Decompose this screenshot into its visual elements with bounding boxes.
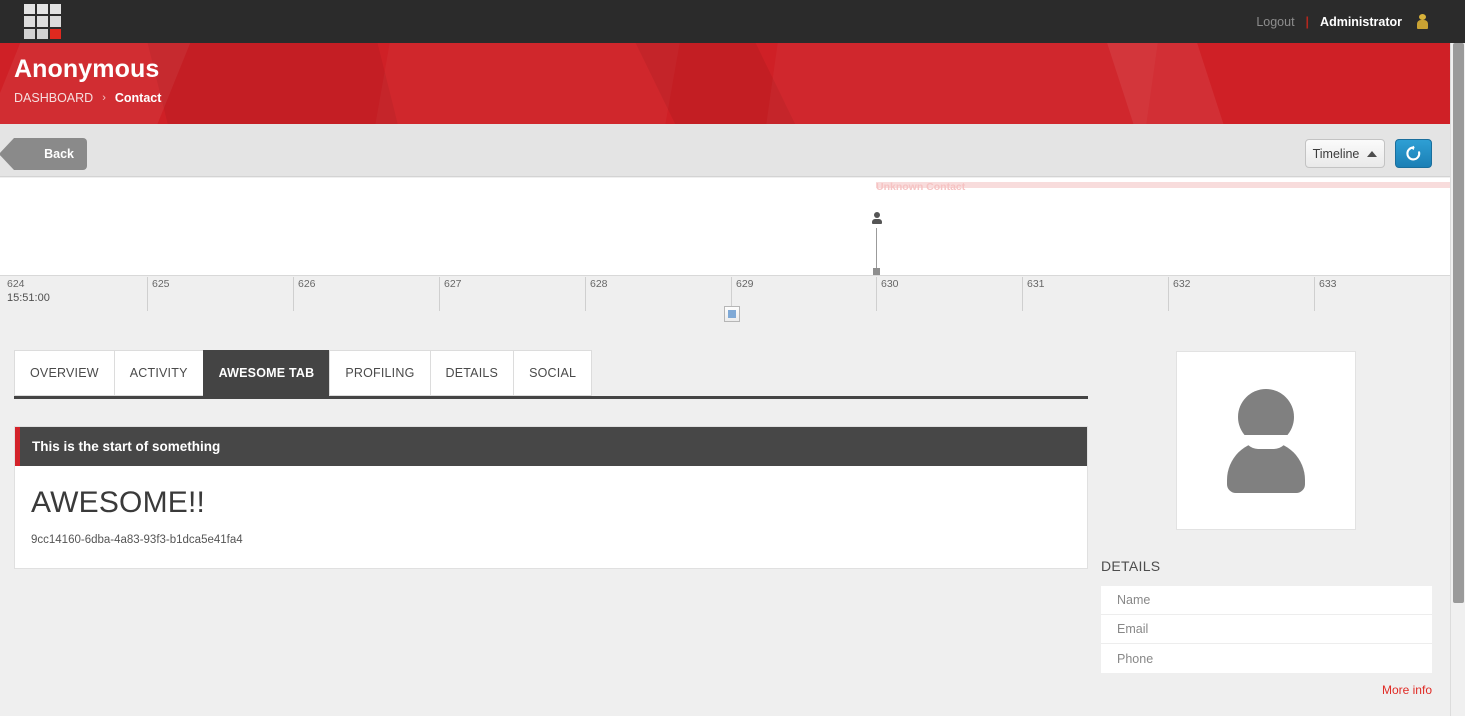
detail-field-phone[interactable]: Phone [1101,644,1432,673]
timeline-band-label: Unknown Contact [876,181,966,193]
tab-bar-rule [14,396,1088,399]
logo-cell [24,4,35,15]
marker-head [874,212,880,218]
page-banner: Anonymous DASHBOARD › Contact [0,43,1465,124]
tab-bar: OVERVIEW ACTIVITY AWESOME TAB PROFILING DETA… [14,350,593,396]
event-box-icon[interactable] [724,306,740,322]
tab-social[interactable]: SOCIAL [513,350,593,396]
tab-activity[interactable]: ACTIVITY [113,350,203,396]
top-bar-right: Logout | Administrator [1256,0,1429,43]
back-button[interactable]: Back [0,138,87,170]
timeline-tick: 630 [876,277,899,311]
timeline-tick: 628 [585,277,608,311]
tab-overview[interactable]: OVERVIEW [14,350,114,396]
person-marker-icon[interactable] [870,212,884,275]
marker-body [872,219,882,224]
timeline-tick: 631 [1022,277,1045,311]
timeline-tick: 627 [439,277,462,311]
logo-cell [37,28,48,39]
page-title: Anonymous [14,55,160,83]
person-avatar-placeholder [1220,388,1312,493]
refresh-button[interactable] [1395,139,1432,168]
logout-link[interactable]: Logout [1256,15,1294,29]
breadcrumb-dashboard[interactable]: DASHBOARD [14,91,93,105]
panel-heading: AWESOME!! [31,486,206,519]
logo-cell [50,16,61,27]
content-panel-header: This is the start of something [15,427,1087,466]
detail-field-name[interactable]: Name [1101,586,1432,615]
logo-cell [24,28,35,39]
logo-cell [24,16,35,27]
breadcrumb: DASHBOARD › Contact [14,91,161,105]
tab-details[interactable]: DETAILS [429,350,514,396]
content-panel: This is the start of something AWESOME!!… [14,426,1088,569]
user-icon [1416,14,1429,29]
action-toolbar [0,124,1465,177]
timeline-tick-label: 633 [1319,278,1337,290]
breadcrumb-current: Contact [114,91,162,105]
logo-cell-accent [50,28,61,39]
scrollbar-thumb[interactable] [1453,43,1464,603]
refresh-icon [1406,145,1421,161]
app-grid-logo[interactable] [24,4,61,39]
timeline-tick-label: 626 [298,278,316,290]
topbar-divider: | [1305,14,1310,29]
timeline-tick: 624 15:51:00 [0,277,50,311]
logo-cell [37,16,48,27]
administrator-label[interactable]: Administrator [1320,15,1402,29]
logo-cell [37,4,48,15]
detail-field-email[interactable]: Email [1101,615,1432,644]
details-field-list: Name Email Phone [1101,586,1432,673]
triangle-up-icon [1367,150,1378,157]
marker-foot [873,268,880,275]
top-bar: Logout | Administrator [0,0,1465,43]
timeline-tick-label: 632 [1173,278,1191,290]
details-section-title: DETAILS [1101,558,1161,574]
avatar [1176,351,1356,530]
timeline-tick: 633 [1314,277,1337,311]
timeline-tick-label: 631 [1027,278,1045,290]
content-panel-body: AWESOME!! 9cc14160-6dba-4a83-93f3-b1dca5… [15,466,1087,546]
timeline-tick-label: 629 [736,278,754,290]
more-info-link[interactable]: More info [1382,683,1432,697]
timeline-tick-label: 625 [152,278,170,290]
timeline-tick: 626 [293,277,316,311]
tab-awesome-tab[interactable]: AWESOME TAB [202,350,330,396]
timeline-toggle-button[interactable]: Timeline [1305,139,1385,168]
timeline-tick: 625 [147,277,170,311]
marker-stem [876,228,877,270]
timeline-toggle-label: Timeline [1312,146,1360,161]
timeline-tick-time: 15:51:00 [7,292,50,304]
timeline-tick-label: 627 [444,278,462,290]
timeline-tick-label: 624 [7,278,25,290]
panel-uuid: 9cc14160-6dba-4a83-93f3-b1dca5e41fa4 [31,534,243,546]
chevron-right-icon: › [102,92,106,104]
timeline-tick-label: 630 [881,278,899,290]
timeline-plot[interactable] [0,178,1457,276]
logo-cell [50,4,61,15]
timeline-tick: 632 [1168,277,1191,311]
tab-profiling[interactable]: PROFILING [329,350,430,396]
timeline-tick-label: 628 [590,278,608,290]
vertical-scrollbar[interactable] [1450,43,1465,716]
